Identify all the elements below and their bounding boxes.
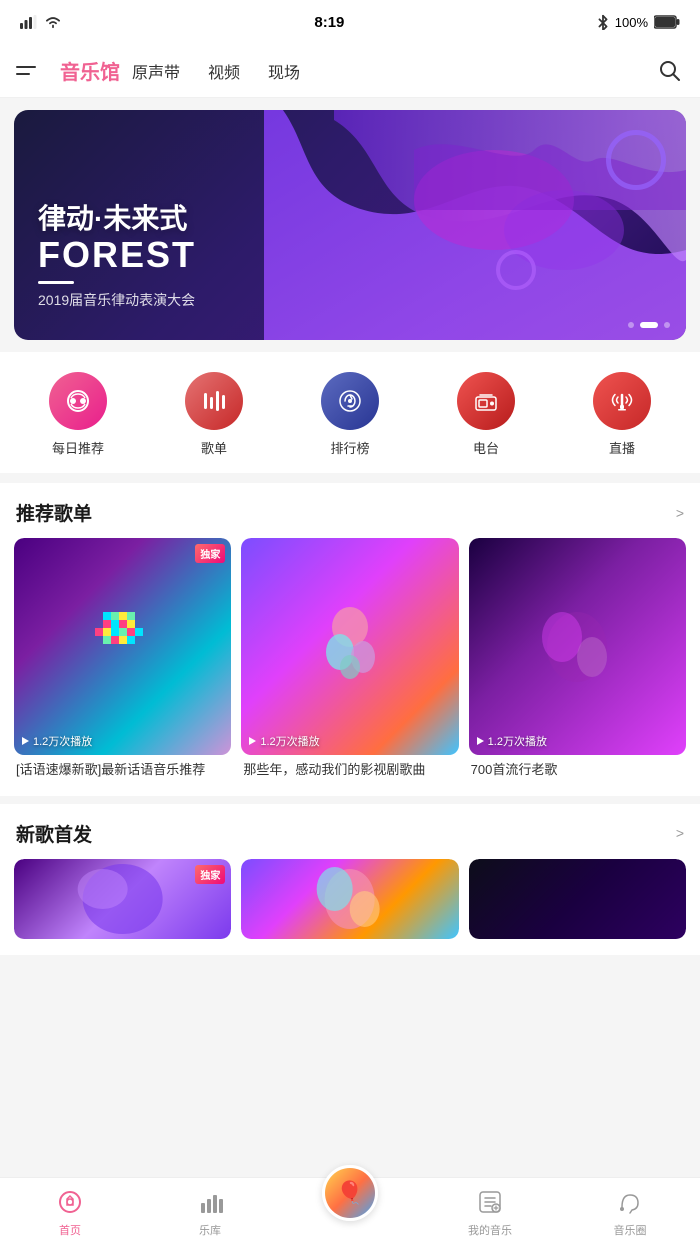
nav-tabs: 原声带 视频 现场 xyxy=(132,59,656,83)
playlist-desc-2: 那些年，感动我们的影视剧歌曲 xyxy=(241,761,458,779)
bottom-nav-center[interactable]: 🎈 xyxy=(280,1185,420,1239)
banner-dot-1[interactable] xyxy=(628,322,634,328)
circle-icon xyxy=(617,1186,643,1218)
new-song-card-2[interactable] xyxy=(241,859,458,939)
new-song-card-1[interactable]: 独家 xyxy=(14,859,231,939)
home-icon xyxy=(57,1186,83,1218)
bottom-nav: 首页 乐库 🎈 xyxy=(0,1177,700,1245)
banner-dot-2[interactable] xyxy=(640,322,658,328)
mymusic-label: 我的音乐 xyxy=(468,1222,512,1238)
playlist-card-2[interactable]: 1.2万次播放 那些年，感动我们的影视剧歌曲 xyxy=(241,538,458,780)
content-wrap: 律动·未来式 FOREST 2019届音乐律动表演大会 每日推荐 xyxy=(0,110,700,1035)
library-icon xyxy=(197,1186,223,1218)
playlist-desc-3: 700首流行老歌 xyxy=(469,761,686,779)
thumb-bg-1 xyxy=(14,538,231,755)
banner-title-cn: 律动·未来式 xyxy=(38,202,196,236)
quick-item-radio[interactable]: 电台 xyxy=(457,372,515,457)
rank-label: 排行榜 xyxy=(330,438,369,457)
new-songs-header: 新歌首发 > xyxy=(0,804,700,859)
rank-icon xyxy=(321,372,379,430)
quick-item-rank[interactable]: 排行榜 xyxy=(321,372,379,457)
status-time: 8:19 xyxy=(314,14,344,31)
deco-circle-1 xyxy=(606,130,666,190)
banner-title-en: FOREST xyxy=(38,235,196,275)
deco-circle-2 xyxy=(496,250,536,290)
thumb-bg-2 xyxy=(241,538,458,755)
playlist-thumb-2: 1.2万次播放 xyxy=(241,538,458,755)
daily-icon xyxy=(49,372,107,430)
wifi-icon xyxy=(44,15,62,29)
bottom-nav-library[interactable]: 乐库 xyxy=(140,1186,280,1238)
new-songs-grid: 独家 xyxy=(0,859,700,955)
home-label: 首页 xyxy=(59,1222,81,1238)
new-song-thumb-3 xyxy=(469,859,686,939)
bluetooth-icon xyxy=(597,14,609,30)
new-song-thumb-2 xyxy=(241,859,458,939)
bottom-nav-circle[interactable]: 音乐圈 xyxy=(560,1186,700,1238)
playlist-thumb-3: 1.2万次播放 xyxy=(469,538,686,755)
new-songs-title: 新歌首发 xyxy=(16,820,92,847)
banner-dots xyxy=(628,322,670,328)
status-right: 100% xyxy=(597,14,680,30)
quick-item-daily[interactable]: 每日推荐 xyxy=(49,372,107,457)
search-button[interactable] xyxy=(656,57,684,85)
new-songs-section: 新歌首发 > 独家 xyxy=(0,804,700,955)
bottom-nav-home[interactable]: 首页 xyxy=(0,1186,140,1238)
recommended-playlists-more[interactable]: > xyxy=(676,505,684,521)
playlist-card-1[interactable]: 独家 1.2万次播放 [话语速爆新歌]最新话语音乐推荐 xyxy=(14,538,231,780)
daily-label: 每日推荐 xyxy=(52,438,104,457)
thumb-bg-3 xyxy=(469,538,686,755)
quick-item-live[interactable]: 直播 xyxy=(593,372,651,457)
new-song-card-3[interactable] xyxy=(469,859,686,939)
nav-bar: 音乐馆 原声带 视频 现场 xyxy=(0,44,700,98)
banner-dot-3[interactable] xyxy=(664,322,670,328)
search-icon xyxy=(659,60,681,82)
live-icon xyxy=(593,372,651,430)
recommended-playlists-header: 推荐歌单 > xyxy=(0,483,700,538)
now-playing-img: 🎈 xyxy=(325,1168,375,1218)
tab-shipin[interactable]: 视频 xyxy=(208,59,240,83)
radio-icon xyxy=(457,372,515,430)
banner[interactable]: 律动·未来式 FOREST 2019届音乐律动表演大会 xyxy=(14,110,686,340)
circle-label: 音乐圈 xyxy=(614,1222,647,1238)
banner-subtitle: 2019届音乐律动表演大会 xyxy=(38,290,196,310)
nav-title: 音乐馆 xyxy=(60,56,120,85)
playlist-card-3[interactable]: 1.2万次播放 700首流行老歌 xyxy=(469,538,686,780)
tab-xianchang[interactable]: 现场 xyxy=(268,59,300,83)
quick-item-playlist[interactable]: 歌单 xyxy=(185,372,243,457)
playlist-play-count-1: 1.2万次播放 xyxy=(20,733,92,749)
playlist-grid: 独家 1.2万次播放 [话语速爆新歌]最新话语音乐推荐 xyxy=(0,538,700,796)
battery-icon xyxy=(654,15,680,29)
banner-content: 律动·未来式 FOREST 2019届音乐律动表演大会 xyxy=(38,202,196,310)
radio-label: 电台 xyxy=(473,438,499,457)
signal-icon xyxy=(20,15,38,29)
playlist-badge-1: 独家 xyxy=(195,544,225,563)
new-song-thumb-1: 独家 xyxy=(14,859,231,939)
banner-underline xyxy=(38,281,74,284)
live-label: 直播 xyxy=(609,438,635,457)
library-label: 乐库 xyxy=(199,1222,221,1238)
playlist-play-count-2: 1.2万次播放 xyxy=(247,733,319,749)
playlist-play-count-3: 1.2万次播放 xyxy=(475,733,547,749)
menu-button[interactable] xyxy=(16,53,52,89)
new-song-badge-1: 独家 xyxy=(195,865,225,884)
status-bar: 8:19 100% xyxy=(0,0,700,44)
recommended-playlists-title: 推荐歌单 xyxy=(16,499,92,526)
battery-text: 100% xyxy=(615,15,648,30)
quick-access: 每日推荐 歌单 xyxy=(0,352,700,473)
bottom-nav-mymusic[interactable]: 我的音乐 xyxy=(420,1186,560,1238)
playlist-icon xyxy=(185,372,243,430)
playlist-label: 歌单 xyxy=(201,438,227,457)
tab-yuanshengdai[interactable]: 原声带 xyxy=(132,59,180,83)
playlist-desc-1: [话语速爆新歌]最新话语音乐推荐 xyxy=(14,761,231,779)
mymusic-icon xyxy=(477,1186,503,1218)
playlist-thumb-1: 独家 1.2万次播放 xyxy=(14,538,231,755)
new-songs-more[interactable]: > xyxy=(676,825,684,841)
now-playing-thumb[interactable]: 🎈 xyxy=(322,1165,378,1221)
status-left xyxy=(20,15,62,29)
